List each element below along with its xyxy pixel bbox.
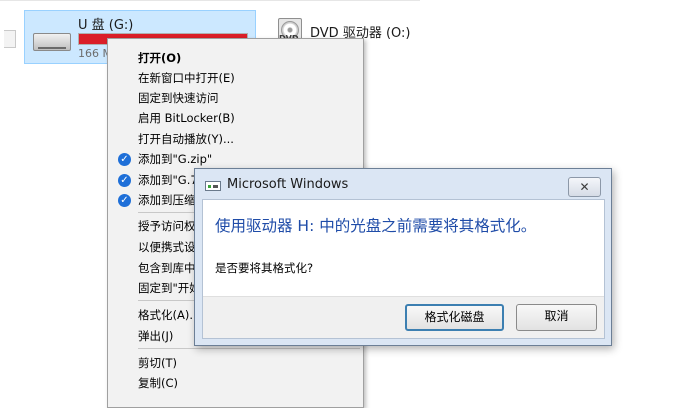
menu-item-pin-quick-access[interactable]: 固定到快速访问 [108, 88, 363, 108]
dialog-title: Microsoft Windows [227, 177, 349, 192]
menu-item-autoplay[interactable]: 打开自动播放(Y)... [108, 129, 363, 149]
drive-u-name: U 盘 (G:) [78, 18, 134, 33]
menu-item-cut[interactable]: 剪切(T) [108, 353, 363, 373]
format-disk-dialog: Microsoft Windows ✕ 使用驱动器 H: 中的光盘之前需要将其格… [194, 168, 612, 346]
archive-icon: ✓ [118, 174, 131, 187]
window-top-divider [0, 0, 420, 1]
dialog-button-bar: 格式化磁盘 取消 [203, 296, 604, 338]
nav-pane-edge [4, 30, 16, 48]
menu-item-open-new-window[interactable]: 在新窗口中打开(E) [108, 68, 363, 88]
format-disk-button[interactable]: 格式化磁盘 [405, 304, 504, 331]
dialog-question: 是否要将其格式化? [215, 261, 314, 275]
archive-icon: ✓ [118, 153, 131, 166]
menu-item-open[interactable]: 打开(O) [108, 48, 363, 68]
menu-item-add-to-zip[interactable]: ✓ 添加到"G.zip" [108, 149, 363, 169]
cancel-button[interactable]: 取消 [516, 304, 597, 331]
dialog-titlebar[interactable]: Microsoft Windows ✕ [195, 169, 611, 199]
close-button[interactable]: ✕ [568, 177, 601, 197]
usb-drive-icon [33, 33, 71, 51]
app-window-icon [205, 181, 221, 191]
menu-item-enable-bitlocker[interactable]: 启用 BitLocker(B) [108, 108, 363, 128]
dialog-heading: 使用驱动器 H: 中的光盘之前需要将其格式化。 [215, 217, 537, 235]
dialog-body: 使用驱动器 H: 中的光盘之前需要将其格式化。 是否要将其格式化? 格式化磁盘 … [202, 199, 605, 339]
close-icon: ✕ [579, 180, 590, 194]
archive-icon: ✓ [118, 194, 131, 207]
menu-separator [138, 348, 360, 349]
menu-item-copy[interactable]: 复制(C) [108, 373, 363, 393]
